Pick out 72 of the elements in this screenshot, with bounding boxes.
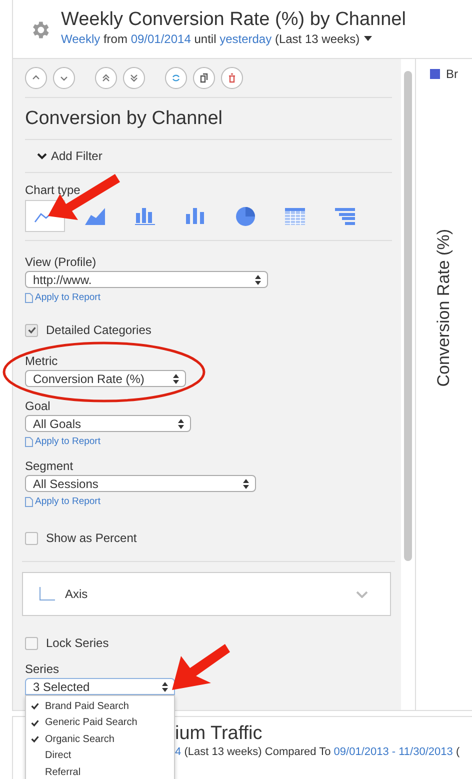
- annotation-arrow: [172, 644, 230, 690]
- updown-icon: [178, 418, 184, 428]
- updown-icon: [162, 682, 168, 692]
- date-range-text: Weekly from 09/01/2014 until yesterday (Last 13 weeks): [61, 32, 360, 46]
- checkbox-label: Detailed Categories: [46, 323, 152, 337]
- refresh-button[interactable]: [165, 67, 187, 89]
- apply-to-report-link[interactable]: Apply to Report: [25, 496, 100, 507]
- trash-icon: [227, 73, 237, 83]
- checkbox[interactable]: [25, 532, 38, 544]
- checkbox[interactable]: [25, 324, 38, 336]
- axis-label: Conversion Rate (%): [434, 229, 454, 387]
- document-icon: [25, 496, 33, 506]
- document-icon: [25, 292, 33, 302]
- field-label: View (Profile): [25, 255, 96, 269]
- apply-to-report-link[interactable]: Apply to Report: [25, 292, 100, 303]
- chevron-icon: [356, 590, 368, 598]
- checkbox-label: Lock Series: [46, 636, 109, 650]
- date-link[interactable]: Weekly: [61, 32, 100, 46]
- updown-icon: [255, 274, 261, 284]
- apply-to-report-link[interactable]: Apply to Report: [25, 436, 100, 447]
- field-label: Segment: [25, 459, 74, 473]
- dropdown-select[interactable]: Conversion Rate (%): [25, 370, 186, 387]
- move-down-button[interactable]: [53, 67, 75, 89]
- menu-option[interactable]: Direct: [26, 748, 174, 764]
- axis-section[interactable]: Axis: [22, 572, 391, 616]
- double-chevron-down-icon: [129, 73, 139, 83]
- date-link[interactable]: 09/01/2014: [130, 32, 191, 46]
- document-icon: [25, 436, 33, 446]
- updown-icon: [173, 374, 179, 384]
- menu-option[interactable]: Referral: [26, 764, 174, 779]
- pie-chart-icon: [236, 206, 254, 226]
- field-label: Chart type: [25, 183, 80, 197]
- move-up-button[interactable]: [25, 67, 47, 89]
- caret-icon[interactable]: [364, 36, 372, 41]
- field-label: Metric: [25, 354, 58, 368]
- column-chart-icon: [185, 208, 205, 224]
- double-chevron-up-icon: [101, 73, 111, 83]
- field-label: Series: [25, 662, 60, 676]
- checkbox[interactable]: [25, 636, 38, 650]
- delete-button[interactable]: [221, 67, 243, 89]
- copy-button[interactable]: [193, 67, 215, 89]
- dropdown-select[interactable]: All Goals: [25, 415, 191, 432]
- menu-option[interactable]: Organic Search: [26, 731, 174, 748]
- date-link[interactable]: 4: [175, 746, 182, 758]
- add-filter-button[interactable]: Add Filter: [25, 140, 114, 172]
- report-title: ium Traffic: [175, 723, 264, 745]
- dropdown-select[interactable]: All Sessions: [25, 475, 256, 492]
- refresh-icon: [171, 73, 181, 83]
- copy-icon: [199, 73, 209, 83]
- date-range-text: 4 (Last 13 weeks) Compared To 09/01/2013 - 11/30/2013 (: [175, 746, 460, 758]
- field-label: Goal: [25, 399, 50, 413]
- menu-option[interactable]: Generic Paid Search: [26, 714, 174, 731]
- report-title: Weekly Conversion Rate (%) by Channel: [61, 9, 406, 31]
- move-top-button[interactable]: [95, 67, 117, 89]
- dropdown-select[interactable]: http://www.: [25, 271, 268, 288]
- checkbox-label: Show as Percent: [46, 531, 137, 545]
- panel-title: Conversion by Channel: [25, 98, 392, 140]
- updown-icon: [243, 478, 249, 488]
- scrollbar-thumb[interactable]: [404, 71, 412, 561]
- checkmark-icon: [28, 326, 36, 334]
- move-bottom-button[interactable]: [123, 67, 145, 89]
- funnel-chart-icon: [335, 208, 355, 224]
- legend-label: Br: [446, 67, 458, 81]
- axis-icon: [39, 587, 55, 601]
- bar-chart-icon: [135, 207, 155, 225]
- dropdown-select[interactable]: 3 Selected: [25, 678, 175, 695]
- chevron-down-icon: [37, 152, 47, 160]
- table-icon: [285, 208, 305, 224]
- menu-option[interactable]: Brand Paid Search: [26, 698, 174, 714]
- area-chart-icon: [85, 207, 105, 225]
- date-link[interactable]: yesterday: [220, 32, 272, 46]
- date-link[interactable]: 09/01/2013 - 11/30/2013: [334, 746, 453, 758]
